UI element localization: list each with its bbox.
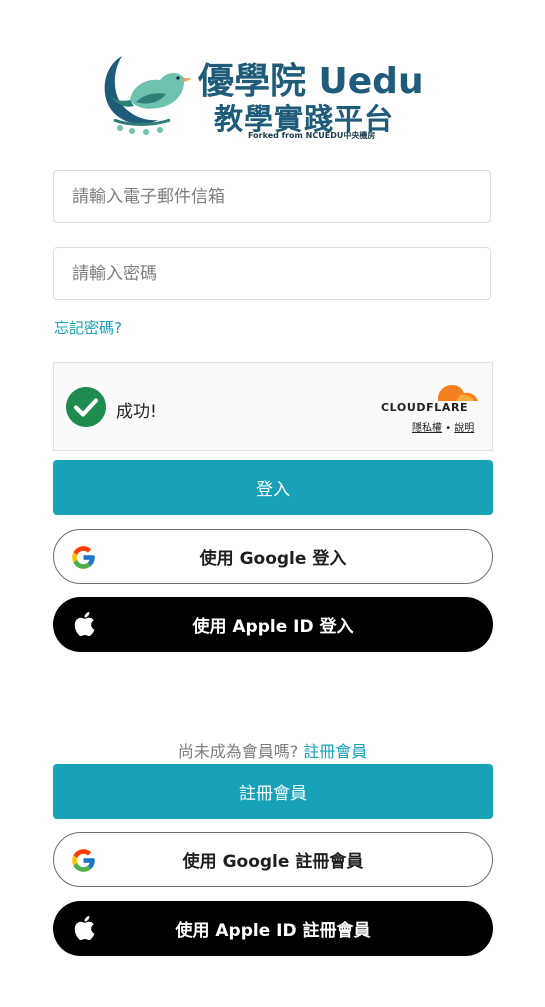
login-page: 優學院 Uedu 教學實踐平台 Forked from NCUEDU中央機房 忘… — [0, 0, 545, 1007]
captcha-widget: 成功! CLOUDFLARE 隱私權 • 說明 — [53, 362, 493, 451]
logo-forked-note: Forked from NCUEDU中央機房 — [248, 131, 376, 140]
signup-button-label: 註冊會員 — [239, 784, 307, 804]
password-field-wrapper — [53, 247, 491, 300]
check-icon — [66, 387, 106, 427]
apple-icon — [74, 916, 95, 940]
google-login-button[interactable]: 使用 Google 登入 — [53, 529, 493, 584]
signup-link[interactable]: 註冊會員 — [303, 742, 367, 761]
email-field-wrapper — [53, 170, 491, 223]
google-icon — [72, 546, 95, 569]
google-icon — [72, 849, 95, 872]
captcha-status: 成功! — [116, 402, 157, 422]
email-field[interactable] — [54, 171, 490, 222]
captcha-links: 隱私權 • 說明 — [412, 419, 474, 434]
forgot-password-link[interactable]: 忘記密碼? — [54, 317, 122, 338]
signup-prompt-text: 尚未成為會員嗎? — [177, 742, 299, 761]
password-field[interactable] — [54, 248, 490, 299]
privacy-link[interactable]: 隱私權 — [412, 423, 442, 434]
login-button[interactable]: 登入 — [53, 460, 493, 515]
google-login-label: 使用 Google 登入 — [199, 549, 347, 569]
signup-prompt: 尚未成為會員嗎? 註冊會員 — [0, 738, 545, 762]
bird-logo-icon — [104, 56, 192, 135]
google-signup-button[interactable]: 使用 Google 註冊會員 — [53, 832, 493, 887]
apple-signup-button[interactable]: 使用 Apple ID 註冊會員 — [53, 901, 493, 956]
site-logo: 優學院 Uedu 教學實踐平台 Forked from NCUEDU中央機房 — [100, 48, 440, 148]
apple-login-label: 使用 Apple ID 登入 — [192, 617, 354, 637]
signup-button[interactable]: 註冊會員 — [53, 764, 493, 819]
link-separator: • — [445, 423, 452, 434]
cloudflare-wordmark: CLOUDFLARE — [381, 401, 469, 414]
apple-icon — [74, 612, 95, 636]
apple-login-button[interactable]: 使用 Apple ID 登入 — [53, 597, 493, 652]
apple-signup-label: 使用 Apple ID 註冊會員 — [175, 921, 371, 941]
help-link[interactable]: 說明 — [454, 423, 474, 434]
login-button-label: 登入 — [256, 480, 290, 500]
google-signup-label: 使用 Google 註冊會員 — [182, 852, 364, 872]
